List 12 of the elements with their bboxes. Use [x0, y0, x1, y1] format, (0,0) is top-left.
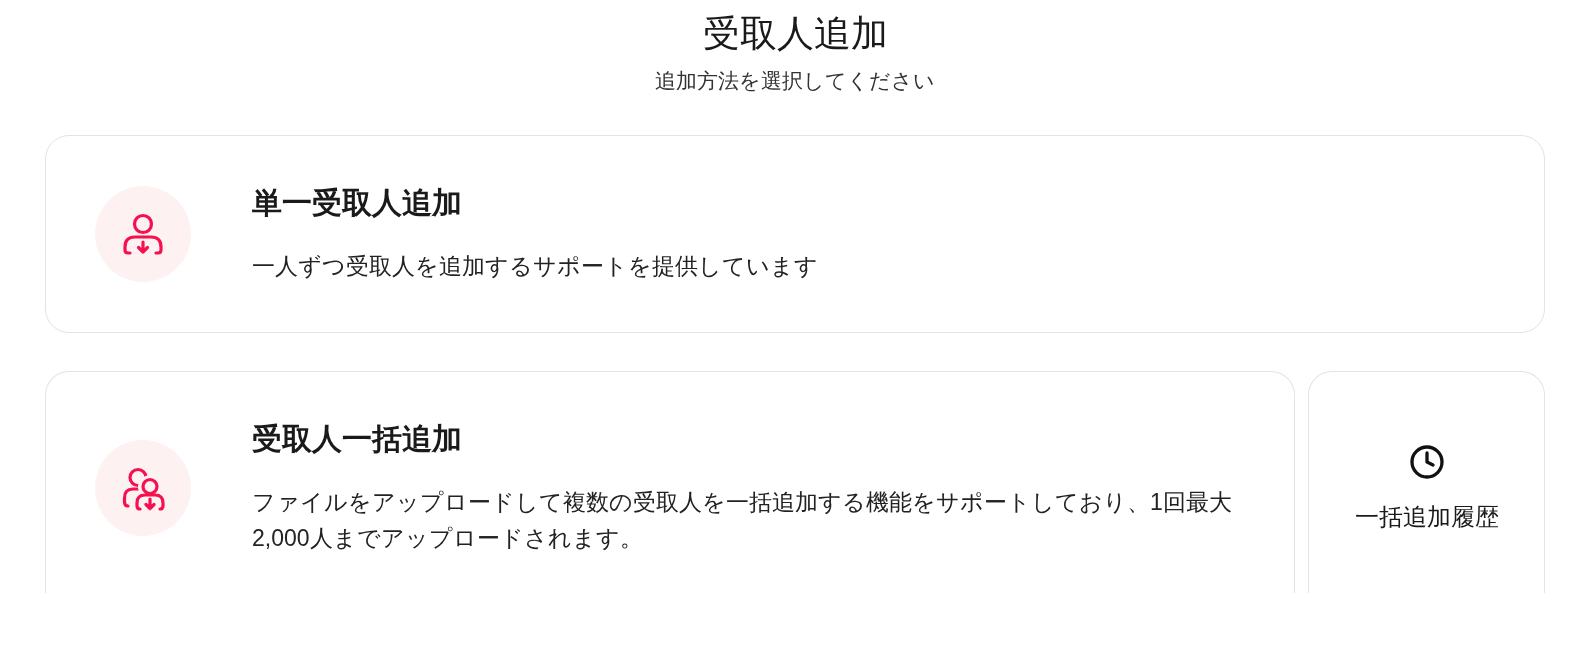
option-title: 受取人一括追加: [252, 420, 463, 457]
page-subtitle: 追加方法を選択してください: [655, 68, 935, 94]
people-download-icon: [95, 439, 191, 536]
bulk-add-card[interactable]: 受取人一括追加 ファイルをアップロードして複数の受取人を一括追加する機能をサポートしており、1回最大2,000人までアップロードされます。: [45, 371, 1295, 593]
history-button[interactable]: 一括追加履歴: [1308, 371, 1545, 593]
option-description: 一人ずつ受取人を追加するサポートを提供しています: [252, 252, 819, 281]
option-description: ファイルをアップロードして複数の受取人を一括追加する機能をサポートしており、1回最大2,000人までアップロードされます。: [252, 487, 1233, 553]
option-title: 単一受取人追加: [252, 185, 463, 221]
clock-icon: [1408, 443, 1445, 480]
person-download-icon: [95, 186, 191, 282]
page-title: 受取人追加: [702, 12, 888, 56]
single-add-card[interactable]: 単一受取人追加 一人ずつ受取人を追加するサポートを提供しています: [45, 135, 1545, 333]
